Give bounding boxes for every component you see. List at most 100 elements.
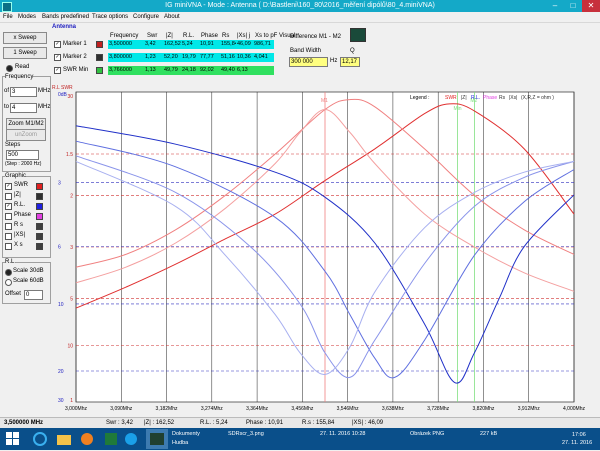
marker-label-2: SWR Min: [63, 67, 89, 73]
status-rl: R.L. : 5,24: [200, 420, 228, 426]
steps-input[interactable]: 500: [6, 150, 39, 160]
clock-time: 17:06: [572, 432, 586, 438]
marker-color-1[interactable]: [96, 54, 103, 61]
skype-icon[interactable]: [124, 429, 146, 449]
scale30-radio[interactable]: [5, 269, 12, 276]
media-icon[interactable]: [80, 429, 102, 449]
status-freq: 3,500000 MHz: [4, 420, 44, 426]
freq-to-input[interactable]: 4: [10, 103, 37, 113]
axis-corner-label: R.L SWR: [52, 85, 73, 91]
marker-color-2[interactable]: [96, 67, 103, 74]
antenna-cell-1-0[interactable]: 3,800000: [108, 53, 144, 62]
marker-checkbox-0[interactable]: ✓: [54, 41, 61, 48]
steps-label: Steps: [5, 142, 21, 148]
antenna-cell-1-5: 51,16: [220, 53, 236, 62]
graphic-checkbox-5[interactable]: [5, 233, 12, 240]
antenna-header: Antenna: [52, 24, 76, 30]
graphic-color-5[interactable]: [36, 233, 43, 240]
rl-tick-label: 6: [58, 245, 61, 251]
graphic-color-6[interactable]: [36, 243, 43, 250]
maximize-button[interactable]: □: [564, 0, 582, 12]
marker-label: M1: [321, 98, 328, 104]
graphic-color-0[interactable]: [36, 183, 43, 190]
rl-group-label: R.L.: [5, 259, 17, 265]
x-sweep-button[interactable]: x Sweep: [3, 32, 47, 44]
graphic-checkbox-4[interactable]: [5, 223, 12, 230]
legend-item: SWR: [445, 95, 457, 101]
read-radio[interactable]: [6, 65, 13, 72]
ie-icon[interactable]: [32, 429, 54, 449]
graphic-color-4[interactable]: [36, 223, 43, 230]
antenna-cell-1-3: 19,79: [181, 53, 199, 62]
graphic-label-0: SWR: [14, 182, 28, 188]
col-phase: Phase: [201, 33, 219, 39]
antenna-cell-2-3: 24,18: [181, 66, 199, 75]
menu-modes[interactable]: Modes: [18, 14, 36, 20]
col-z: |Z|: [166, 33, 173, 39]
marker-color-0[interactable]: [96, 41, 103, 48]
excel-icon[interactable]: [104, 429, 126, 449]
one-sweep-button[interactable]: 1 Sweep: [3, 47, 47, 59]
graphic-checkbox-3[interactable]: [5, 213, 12, 220]
minivna-icon[interactable]: [146, 429, 168, 449]
graphic-label-4: R s: [14, 222, 23, 228]
graphic-checkbox-2[interactable]: ✓: [5, 203, 12, 210]
rl-tick-label: 20: [58, 369, 64, 375]
close-button[interactable]: ✕: [582, 0, 600, 12]
mhz-label-2: MHz: [38, 104, 51, 110]
taskbar-doc-sub[interactable]: Hudba: [172, 440, 188, 446]
menu-configure[interactable]: Configure: [133, 14, 159, 20]
graphic-checkbox-6[interactable]: [5, 243, 12, 250]
hz-label: Hz: [330, 58, 338, 64]
bandwidth-label: Band Width: [290, 48, 322, 54]
offset-input[interactable]: 0: [24, 290, 43, 300]
x-tick-label: 3,364Mhz: [246, 406, 268, 412]
unzoom-button[interactable]: unZoom: [6, 129, 46, 141]
graphic-color-1[interactable]: [36, 193, 43, 200]
minimize-button[interactable]: –: [546, 0, 564, 12]
menu-bands[interactable]: Bands predefined: [42, 14, 89, 20]
folder-icon[interactable]: [56, 429, 78, 449]
diff-label: Difference M1 - M2: [290, 34, 341, 40]
legend-item: |Xs|: [509, 95, 517, 101]
antenna-cell-2-0[interactable]: 3,766000: [108, 66, 144, 75]
taskbar-doc-title[interactable]: Dokumenty: [172, 431, 200, 437]
menu-about[interactable]: About: [164, 14, 180, 20]
graphic-color-2[interactable]: [36, 203, 43, 210]
graphic-color-3[interactable]: [36, 213, 43, 220]
antenna-cell-0-7: 986,71: [253, 40, 274, 49]
read-label: Read: [15, 64, 30, 70]
marker-label-0: Marker 1: [63, 41, 87, 47]
mhz-label-1: MHz: [38, 88, 51, 94]
antenna-cell-1-1: 1,23: [144, 53, 163, 62]
antenna-cell-0-0[interactable]: 3,500000: [108, 40, 144, 49]
taskbar-file[interactable]: SDRscr_3.png: [228, 431, 264, 437]
x-tick-label: 3,456Mhz: [291, 406, 313, 412]
of-label: of: [4, 88, 10, 94]
menu-file[interactable]: File: [3, 14, 13, 20]
title-bar: IG miniVNA - Mode : Antenna ( D:\Bastlen…: [0, 0, 600, 12]
start-icon[interactable]: [6, 429, 28, 449]
graphic-checkbox-1[interactable]: [5, 193, 12, 200]
copy-icon[interactable]: [350, 28, 366, 42]
clock-date: 27. 11. 2016: [562, 440, 593, 446]
marker-checkbox-1[interactable]: ✓: [54, 54, 61, 61]
swr-tick-label: 5: [70, 297, 73, 303]
col-swr: Swr: [147, 33, 158, 39]
scale60-radio[interactable]: [5, 279, 12, 286]
freq-from-input[interactable]: 3: [10, 87, 37, 97]
status-phase: Phase : 10,91: [246, 420, 284, 426]
offset-label: Offset: [5, 291, 21, 297]
swr-tick-label: 30: [67, 94, 73, 100]
antenna-cell-2-2: 49,79: [163, 66, 181, 75]
rl-tick-label: 10: [58, 302, 64, 308]
chart[interactable]: 3,000Mhz 3,090Mhz 3,182Mhz 3,274Mhz 3,364Mhz…: [50, 80, 598, 416]
x-tick-label: 4,000Mhz: [563, 406, 585, 412]
marker-checkbox-2[interactable]: ✓: [54, 67, 61, 74]
x-tick-label: 3,638Mhz: [382, 406, 404, 412]
menu-trace-options[interactable]: Trace options: [92, 14, 128, 20]
swr-tick-label: 10: [67, 344, 73, 350]
antenna-cell-0-1: 3,42: [144, 40, 163, 49]
q-label: Q: [350, 48, 355, 54]
graphic-checkbox-0[interactable]: ✓: [5, 183, 12, 190]
